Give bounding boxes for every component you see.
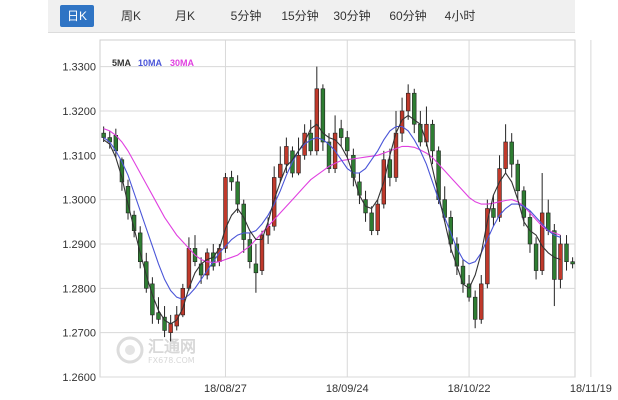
y-tick-label: 1.3300 <box>62 62 96 74</box>
candle-down <box>156 312 161 320</box>
candle-down <box>570 261 575 265</box>
candle-up <box>259 234 265 271</box>
candle-up <box>278 163 283 178</box>
candle-down <box>308 132 313 152</box>
candle-down <box>436 150 441 200</box>
candle-down <box>509 141 514 165</box>
candle-down <box>472 296 478 320</box>
candle-down <box>564 243 569 263</box>
candle-down <box>345 137 350 152</box>
y-tick-label: 1.2800 <box>62 283 96 295</box>
watermark-logo-core <box>125 345 135 355</box>
candle-up <box>558 243 563 280</box>
watermark-url: FX678.COM <box>148 356 195 365</box>
candle-down <box>101 132 106 138</box>
candle-down <box>491 208 496 218</box>
x-tick-label: 18/10/22 <box>448 383 491 395</box>
candle-down <box>229 177 234 183</box>
y-tick-label: 1.2700 <box>62 328 96 340</box>
watermark-name: 汇通网 <box>148 337 196 356</box>
y-tick-label: 1.2600 <box>62 372 96 384</box>
candle-up <box>503 141 508 169</box>
x-tick-label: 18/09/24 <box>326 383 369 395</box>
candle-down <box>430 123 435 152</box>
candle-down <box>241 203 246 240</box>
candle-up <box>375 203 380 231</box>
candle-up <box>186 248 192 289</box>
candle-down <box>247 239 253 263</box>
candle-down <box>235 181 240 205</box>
candle-up <box>223 177 228 249</box>
candle-down <box>357 181 362 196</box>
candle-up <box>405 92 411 112</box>
candle-up <box>479 283 484 320</box>
legend-5ma: 5MA <box>112 58 132 68</box>
candle-down <box>369 212 374 231</box>
candle-down <box>552 230 557 280</box>
candlestick-chart: 1.3300 1.3200 1.3100 1.3000 1.2900 1.2800 1.27… <box>62 39 612 395</box>
candle-up <box>497 168 502 218</box>
candle-up <box>539 212 545 271</box>
legend-30ma: 30MA <box>170 58 195 68</box>
x-tick-label: 18/08/27 <box>204 383 247 395</box>
candle-up <box>296 154 301 174</box>
candle-down <box>546 212 551 231</box>
y-tick-label: 1.3200 <box>62 106 96 118</box>
candle-down <box>515 163 520 192</box>
x-tick-label: 18/11/19 <box>570 383 612 395</box>
candle-up <box>168 323 173 333</box>
y-tick-label: 1.3000 <box>62 195 96 207</box>
candle-down <box>533 243 539 271</box>
legend-10ma: 10MA <box>138 58 163 68</box>
candle-up <box>314 88 320 152</box>
candle-up <box>284 146 289 165</box>
candle-down <box>338 128 344 138</box>
y-tick-label: 1.3100 <box>62 150 96 162</box>
ma30-line <box>103 128 561 264</box>
candle-down <box>521 190 527 218</box>
candle-down <box>253 263 259 274</box>
y-tick-label: 1.2900 <box>62 239 96 251</box>
